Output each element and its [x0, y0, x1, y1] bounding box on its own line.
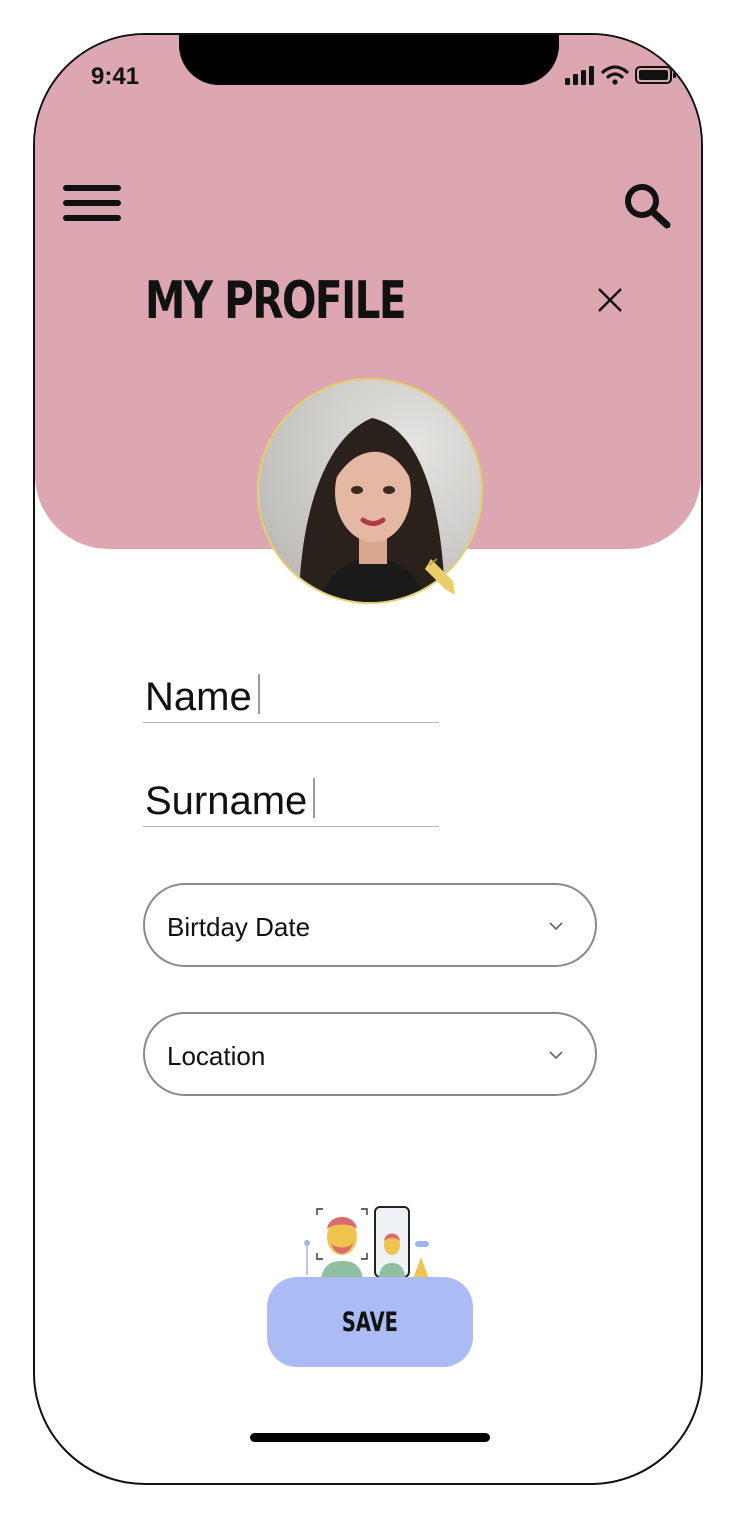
- birthday-label: Birtday Date: [167, 912, 311, 942]
- search-icon[interactable]: [623, 183, 673, 229]
- chevron-down-icon: [549, 922, 563, 931]
- location-label: Location: [167, 1041, 266, 1071]
- phone-frame: 9:41 MY PROFILE Name Surname Birtday Dat…: [33, 33, 703, 1485]
- hamburger-menu-icon[interactable]: [63, 185, 121, 223]
- notch: [179, 35, 559, 85]
- status-icons: [565, 65, 677, 85]
- surname-field[interactable]: Surname: [143, 771, 439, 827]
- name-label: Name: [145, 674, 260, 720]
- text-caret: [257, 674, 260, 714]
- selfie-illustration: [304, 1206, 429, 1279]
- close-icon[interactable]: [595, 285, 625, 315]
- save-button[interactable]: SAVE: [267, 1277, 473, 1367]
- status-time: 9:41: [91, 63, 140, 90]
- page-title: MY PROFILE: [145, 271, 407, 331]
- home-indicator[interactable]: [250, 1433, 490, 1442]
- battery-icon: [635, 66, 676, 84]
- save-label: SAVE: [341, 1306, 399, 1338]
- name-field[interactable]: Name: [143, 667, 439, 723]
- chevron-down-icon: [549, 1051, 563, 1060]
- signal-icon: [565, 66, 594, 85]
- birthday-dropdown[interactable]: Birtday Date: [143, 883, 597, 967]
- wifi-icon: [601, 65, 629, 85]
- pencil-icon[interactable]: [423, 557, 457, 597]
- location-dropdown[interactable]: Location: [143, 1012, 597, 1096]
- text-caret: [313, 778, 316, 818]
- surname-label: Surname: [145, 778, 316, 824]
